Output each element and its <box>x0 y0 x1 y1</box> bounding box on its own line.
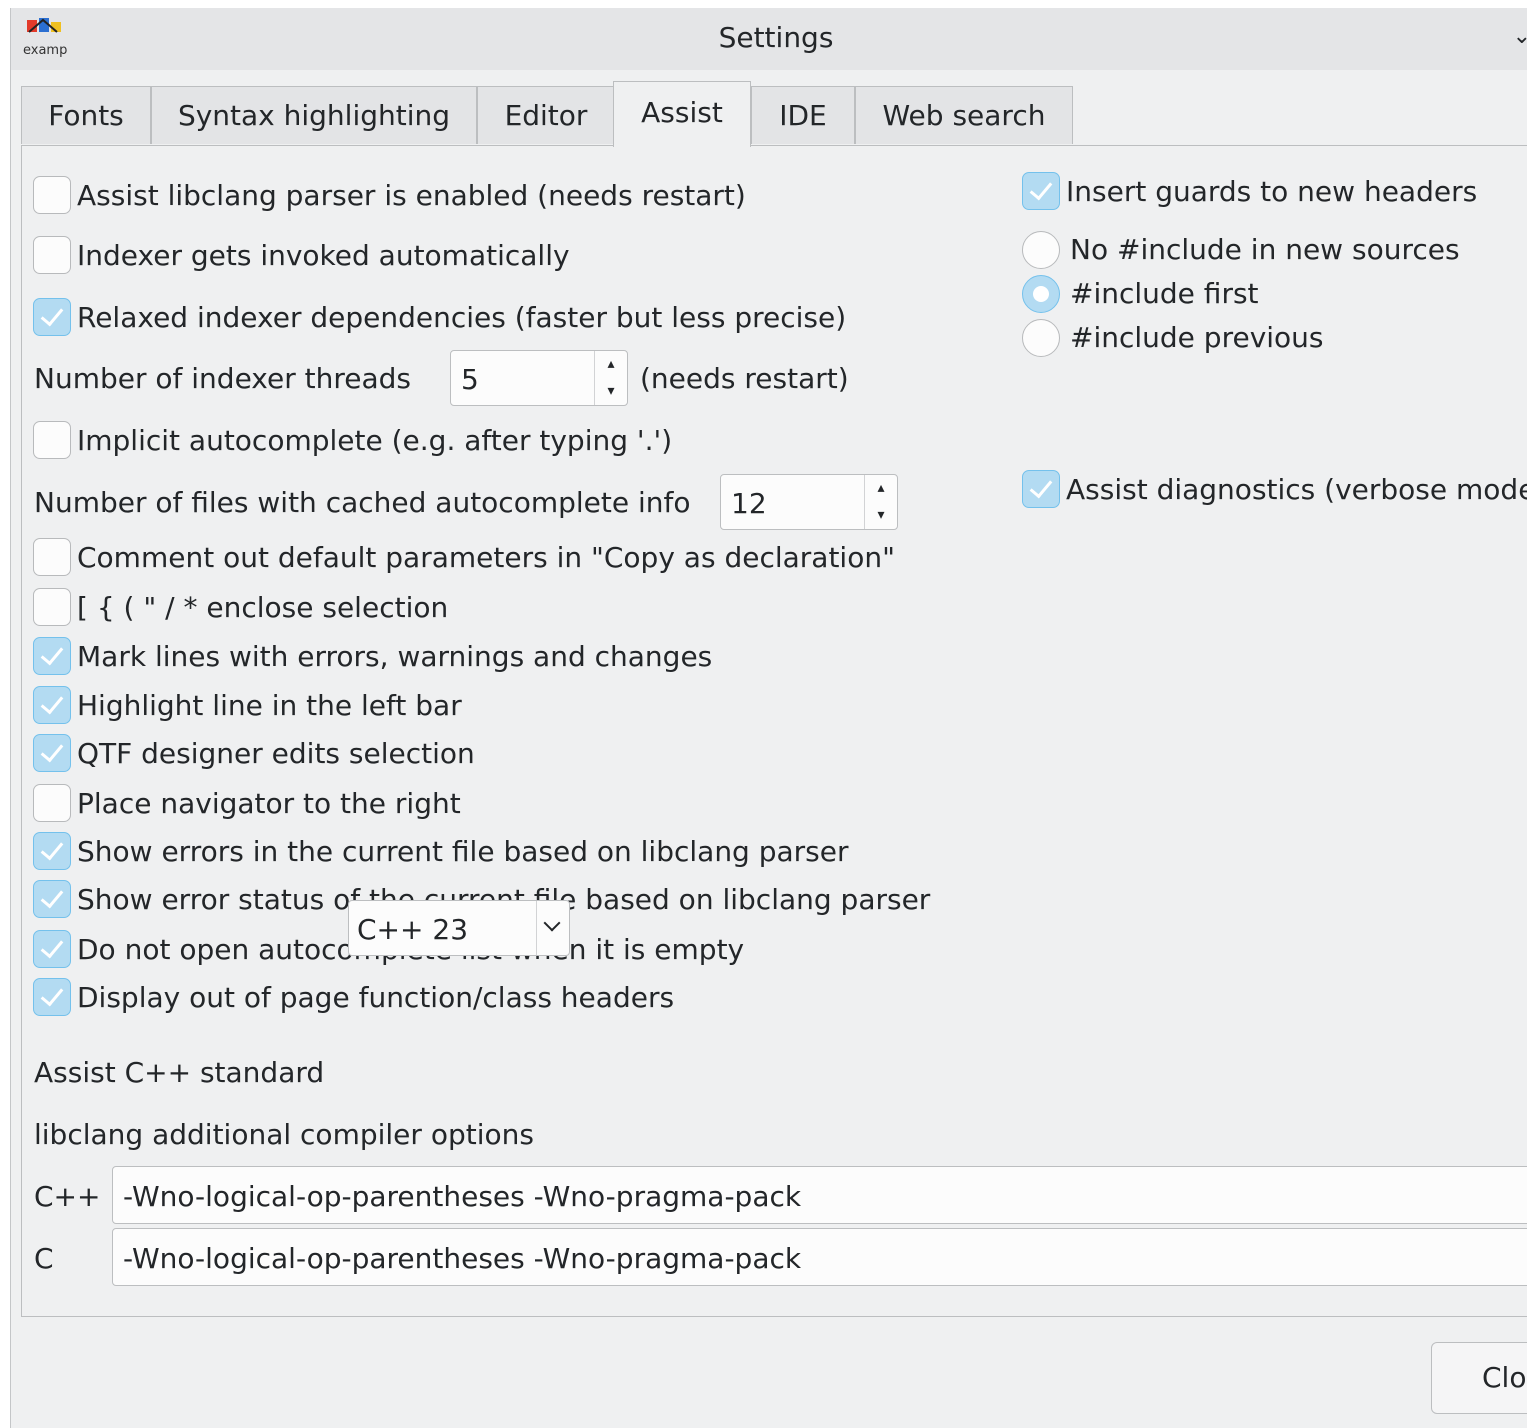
assist-libclang-label: Assist libclang parser is enabled (needs… <box>77 179 746 212</box>
tab-editor[interactable]: Editor <box>477 86 615 144</box>
indexer-threads-value[interactable]: 5 <box>461 363 479 396</box>
tab-assist[interactable]: Assist <box>613 81 751 147</box>
highlight-line-label: Highlight line in the left bar <box>77 689 462 722</box>
c-options-label: C <box>34 1242 54 1275</box>
highlight-line-checkbox[interactable] <box>33 686 71 724</box>
comment-default-params-label: Comment out default parameters in "Copy … <box>77 541 895 574</box>
indexer-auto-checkbox[interactable] <box>33 236 71 274</box>
mark-lines-checkbox[interactable] <box>33 637 71 675</box>
comment-default-params-checkbox[interactable] <box>33 538 71 576</box>
cached-files-label: Number of files with cached autocomplete… <box>34 486 691 519</box>
cpp-options-input[interactable]: -Wno-logical-op-parentheses -Wno-pragma-… <box>112 1166 1527 1224</box>
insert-guards-checkbox[interactable] <box>1022 172 1060 210</box>
show-error-status-checkbox[interactable] <box>33 880 71 918</box>
qtf-designer-label: QTF designer edits selection <box>77 737 475 770</box>
chevron-down-icon[interactable]: ⌄ <box>1513 24 1527 49</box>
out-of-page-headers-label: Display out of page function/class heade… <box>77 981 675 1014</box>
relaxed-deps-label: Relaxed indexer dependencies (faster but… <box>77 301 847 334</box>
cpp-standard-dropdown[interactable]: C++ 23 <box>348 900 570 956</box>
include-previous-label: #include previous <box>1070 321 1324 354</box>
needs-restart-label: (needs restart) <box>640 362 849 395</box>
mark-lines-label: Mark lines with errors, warnings and cha… <box>77 640 713 673</box>
spin-down-icon[interactable]: ▾ <box>865 502 897 529</box>
spin-down-icon[interactable]: ▾ <box>595 378 627 405</box>
no-empty-autocomplete-checkbox[interactable] <box>33 930 71 968</box>
spin-up-icon[interactable]: ▴ <box>865 475 897 502</box>
close-button[interactable]: Close <box>1431 1342 1527 1414</box>
enclose-selection-label: [ { ( " / * enclose selection <box>77 591 449 624</box>
relaxed-deps-checkbox[interactable] <box>33 298 71 336</box>
c-options-input[interactable]: -Wno-logical-op-parentheses -Wno-pragma-… <box>112 1228 1527 1286</box>
tab-ide[interactable]: IDE <box>751 86 855 144</box>
no-include-radio[interactable] <box>1022 231 1060 269</box>
no-include-label: No #include in new sources <box>1070 233 1460 266</box>
indexer-threads-label: Number of indexer threads <box>34 362 412 395</box>
assist-diagnostics-label: Assist diagnostics (verbose mode) <box>1066 473 1527 506</box>
tab-syntax-highlighting[interactable]: Syntax highlighting <box>151 86 477 144</box>
implicit-autocomplete-checkbox[interactable] <box>33 421 71 459</box>
cpp-standard-label: Assist C++ standard <box>34 1056 325 1089</box>
include-previous-radio[interactable] <box>1022 319 1060 357</box>
qtf-designer-checkbox[interactable] <box>33 734 71 772</box>
include-first-label: #include first <box>1070 277 1259 310</box>
cpp-options-value[interactable]: -Wno-logical-op-parentheses -Wno-pragma-… <box>123 1180 801 1213</box>
compiler-options-heading: libclang additional compiler options <box>34 1118 534 1151</box>
enclose-selection-checkbox[interactable] <box>33 588 71 626</box>
chevron-down-icon[interactable] <box>536 901 569 955</box>
c-options-value[interactable]: -Wno-logical-op-parentheses -Wno-pragma-… <box>123 1242 801 1275</box>
assist-tab-page: Assist libclang parser is enabled (needs… <box>21 145 1527 1317</box>
indexer-auto-label: Indexer gets invoked automatically <box>77 239 570 272</box>
implicit-autocomplete-label: Implicit autocomplete (e.g. after typing… <box>77 424 673 457</box>
navigator-right-checkbox[interactable] <box>33 784 71 822</box>
include-first-radio[interactable] <box>1022 275 1060 313</box>
navigator-right-label: Place navigator to the right <box>77 787 461 820</box>
spin-up-icon[interactable]: ▴ <box>595 351 627 378</box>
cached-files-value[interactable]: 12 <box>731 487 767 520</box>
out-of-page-headers-checkbox[interactable] <box>33 978 71 1016</box>
tab-fonts[interactable]: Fonts <box>21 86 151 144</box>
cpp-standard-value[interactable]: C++ 23 <box>357 913 468 946</box>
insert-guards-label: Insert guards to new headers <box>1066 175 1478 208</box>
show-errors-checkbox[interactable] <box>33 832 71 870</box>
show-errors-label: Show errors in the current file based on… <box>77 835 849 868</box>
title-bar: examp Settings ⌄ <box>11 8 1527 70</box>
tab-web-search[interactable]: Web search <box>855 86 1073 144</box>
assist-libclang-checkbox[interactable] <box>33 176 71 214</box>
assist-diagnostics-checkbox[interactable] <box>1022 470 1060 508</box>
settings-window: examp Settings ⌄ Fonts Syntax highlighti… <box>10 8 1527 1428</box>
cpp-options-label: C++ <box>34 1180 101 1213</box>
cached-files-spinbox[interactable]: 12 ▴ ▾ <box>720 474 898 530</box>
indexer-threads-spinbox[interactable]: 5 ▴ ▾ <box>450 350 628 406</box>
window-title: Settings <box>718 21 834 54</box>
